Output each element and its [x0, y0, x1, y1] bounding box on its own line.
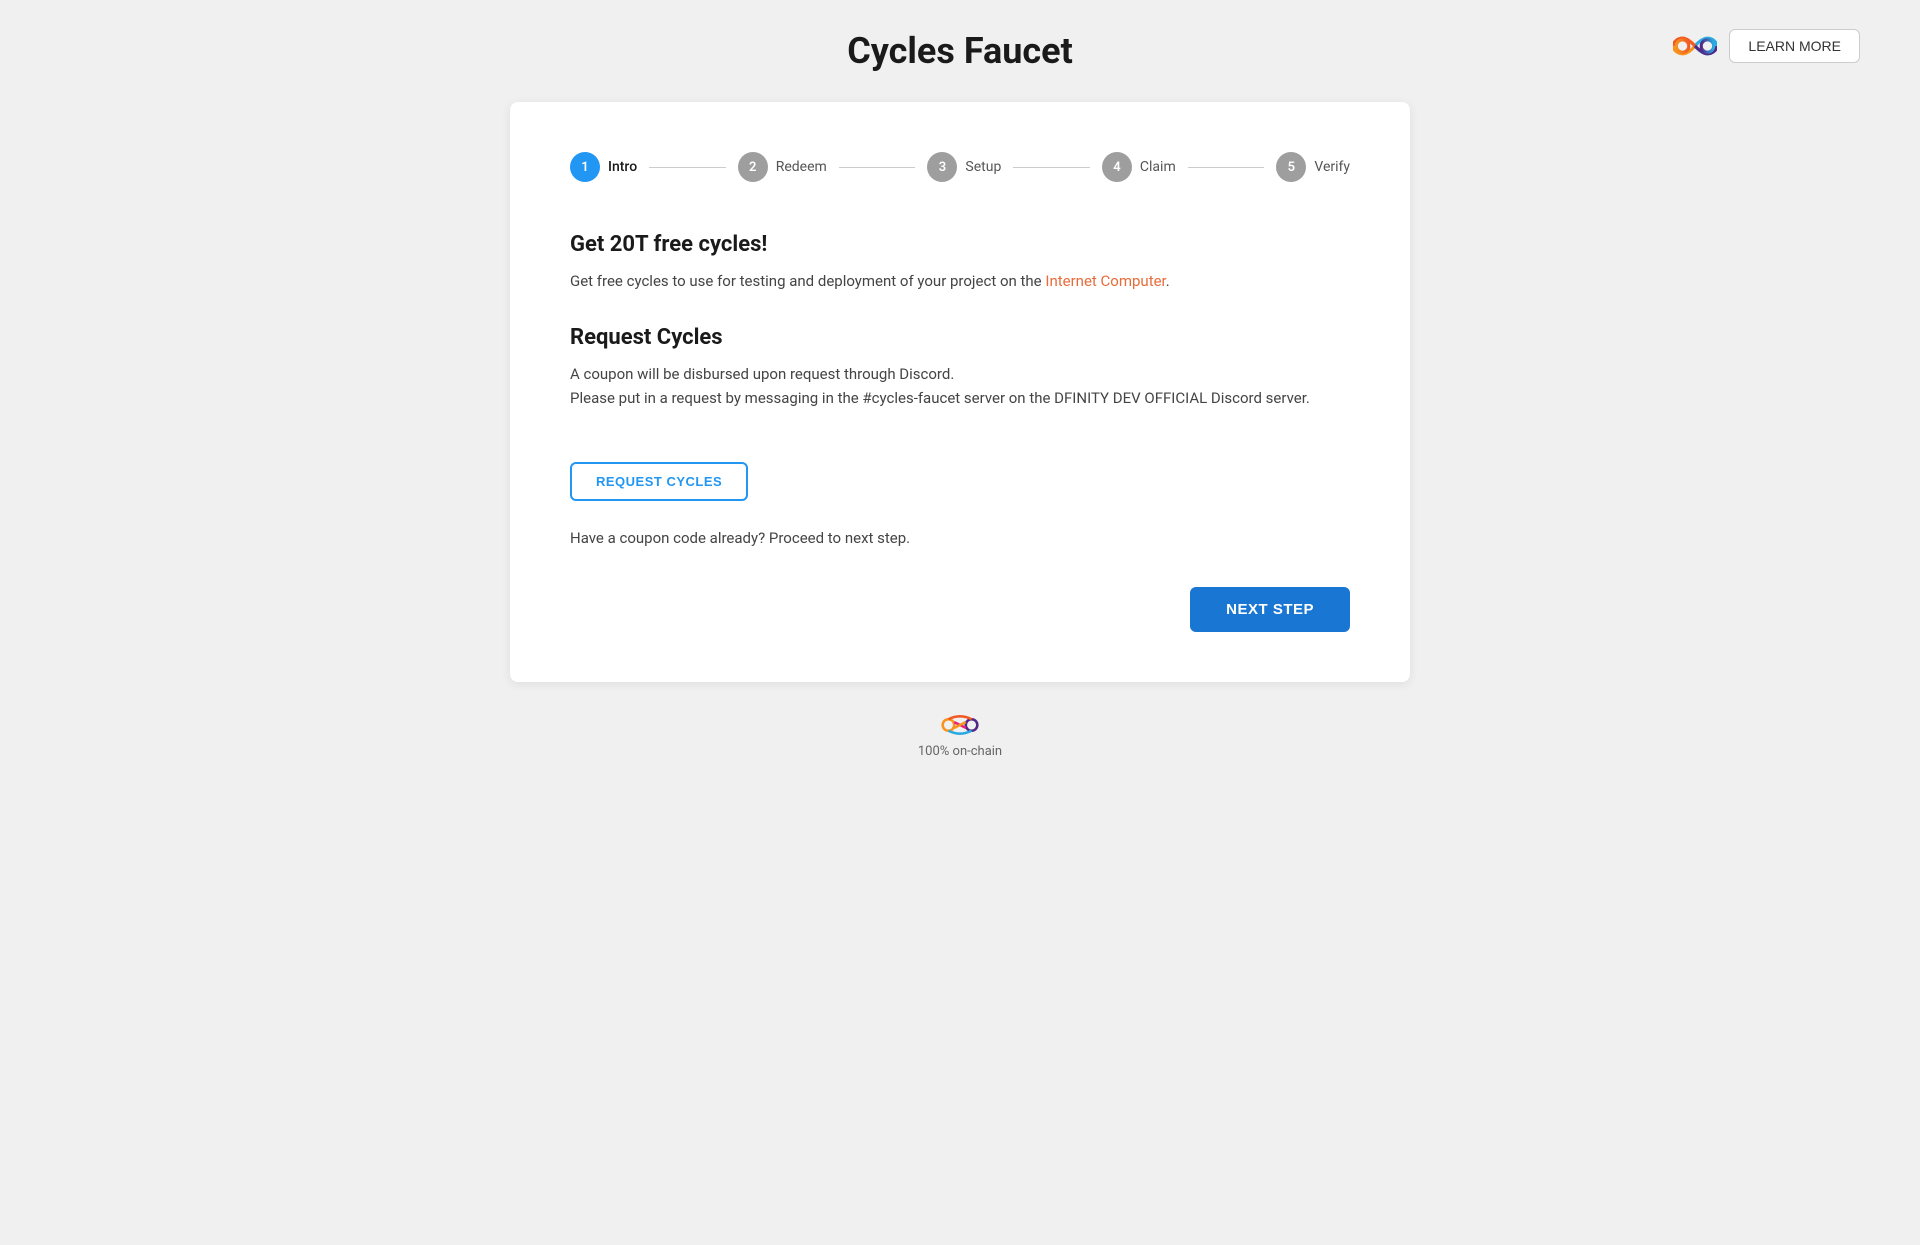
step-4-circle: 4 — [1102, 152, 1132, 182]
step-3-number: 3 — [939, 160, 946, 175]
step-5[interactable]: 5 Verify — [1276, 152, 1350, 182]
step-1-label: Intro — [608, 159, 637, 175]
step-2-label: Redeem — [776, 159, 827, 175]
page-header: Cycles Faucet LEARN MORE — [0, 0, 1920, 92]
step-3[interactable]: 3 Setup — [927, 152, 1001, 182]
request-line1: A coupon will be disbursed upon request … — [570, 365, 954, 383]
step-1[interactable]: 1 Intro — [570, 152, 637, 182]
step-2[interactable]: 2 Redeem — [738, 152, 827, 182]
main-card: 1 Intro 2 Redeem 3 Setup 4 Claim — [510, 102, 1410, 682]
step-2-number: 2 — [749, 160, 756, 175]
step-connector-4 — [1188, 167, 1265, 168]
internet-computer-link[interactable]: Internet Computer — [1045, 272, 1165, 290]
step-connector-2 — [839, 167, 916, 168]
step-connector-3 — [1013, 167, 1090, 168]
step-3-label: Setup — [965, 159, 1001, 175]
step-5-label: Verify — [1314, 159, 1350, 175]
dfinity-logo-header — [1673, 32, 1717, 60]
step-5-circle: 5 — [1276, 152, 1306, 182]
intro-section: Get 20T free cycles! Get free cycles to … — [570, 232, 1350, 293]
request-cycles-button[interactable]: REQUEST CYCLES — [570, 462, 748, 501]
request-section: Request Cycles A coupon will be disburse… — [570, 325, 1350, 410]
bottom-actions: NEXT STEP — [570, 587, 1350, 632]
step-4[interactable]: 4 Claim — [1102, 152, 1176, 182]
footer-text: 100% on-chain — [918, 744, 1002, 759]
request-line2: Please put in a request by messaging in … — [570, 389, 1310, 407]
step-connector-1 — [649, 167, 726, 168]
step-4-number: 4 — [1113, 160, 1120, 175]
header-actions: LEARN MORE — [1673, 29, 1860, 63]
request-description: A coupon will be disbursed upon request … — [570, 362, 1350, 410]
step-1-circle: 1 — [570, 152, 600, 182]
step-5-number: 5 — [1288, 160, 1295, 175]
step-3-circle: 3 — [927, 152, 957, 182]
step-1-number: 1 — [581, 160, 588, 175]
main-heading: Get 20T free cycles! — [570, 232, 1350, 257]
learn-more-button[interactable]: LEARN MORE — [1729, 29, 1860, 63]
stepper: 1 Intro 2 Redeem 3 Setup 4 Claim — [570, 152, 1350, 182]
request-heading: Request Cycles — [570, 325, 1350, 350]
page-title: Cycles Faucet — [847, 30, 1073, 72]
step-4-label: Claim — [1140, 159, 1176, 175]
dfinity-logo-footer — [939, 712, 981, 738]
next-step-button[interactable]: NEXT STEP — [1190, 587, 1350, 632]
footer: 100% on-chain — [918, 712, 1002, 759]
coupon-text: Have a coupon code already? Proceed to n… — [570, 529, 1350, 547]
main-description: Get free cycles to use for testing and d… — [570, 269, 1350, 293]
step-2-circle: 2 — [738, 152, 768, 182]
